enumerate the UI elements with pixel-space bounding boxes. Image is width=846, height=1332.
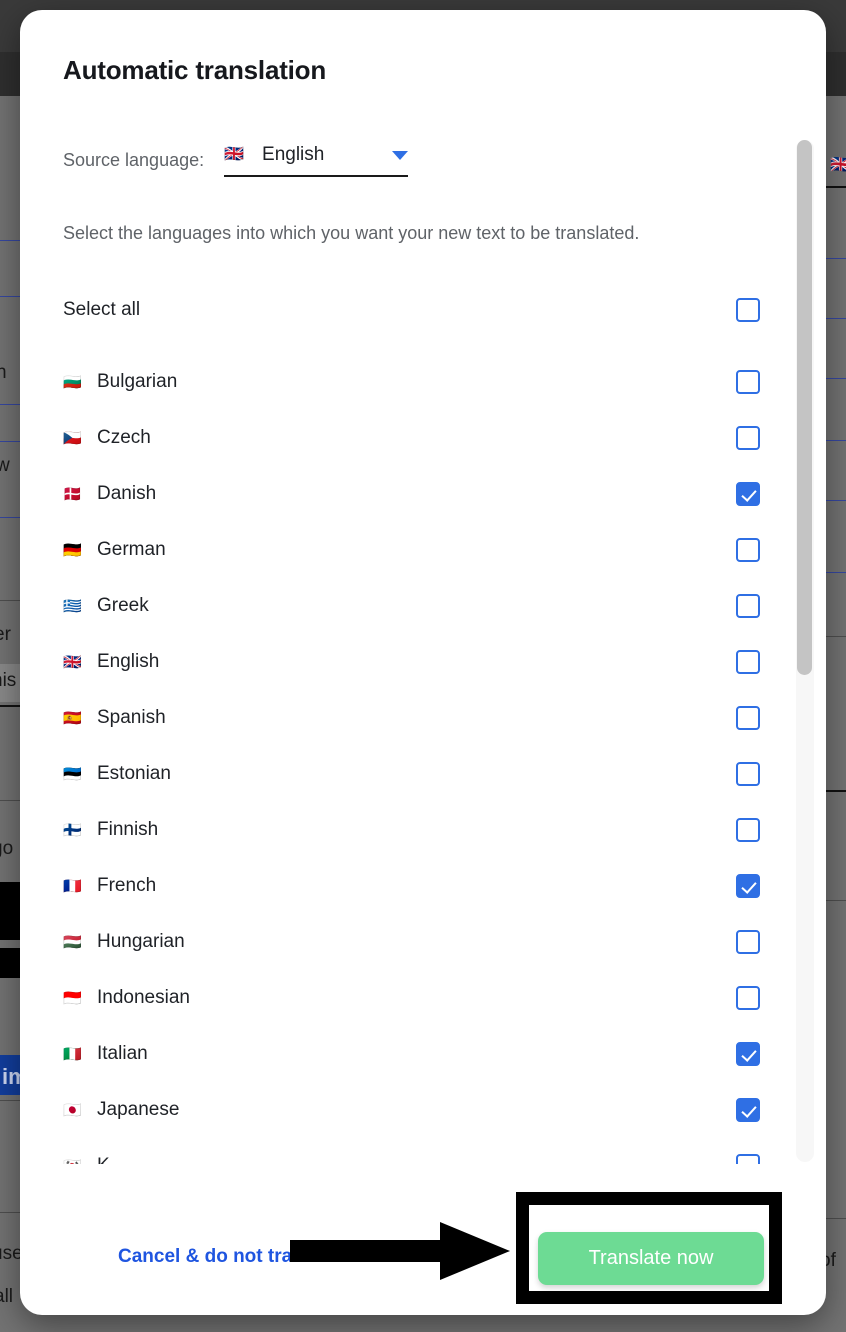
dialog-description: Select the languages into which you want… <box>63 223 640 243</box>
language-checkbox[interactable] <box>736 1154 760 1164</box>
language-name: German <box>97 539 166 560</box>
language-name: English <box>97 651 160 672</box>
chevron-down-icon <box>392 150 409 160</box>
flag-icon: 🇫🇮 <box>63 821 82 839</box>
language-name: Hungarian <box>97 931 185 952</box>
language-checkbox[interactable] <box>736 482 760 506</box>
language-row[interactable]: 🇭🇺 Hungarian <box>63 914 760 970</box>
dialog-title: Automatic translation <box>63 55 327 85</box>
language-checkbox[interactable] <box>736 1098 760 1122</box>
background-text: nis <box>0 670 17 691</box>
flag-icon: 🇬🇧 <box>63 653 82 671</box>
language-row[interactable]: 🇬🇧 English <box>63 634 760 690</box>
background-text: all <box>0 1286 14 1307</box>
language-row[interactable]: 🇧🇬 Bulgarian <box>63 354 760 410</box>
language-checkbox[interactable] <box>736 930 760 954</box>
language-row[interactable]: 🇮🇹 Italian <box>63 1026 760 1082</box>
translate-now-button[interactable]: Translate now <box>538 1232 764 1285</box>
language-row[interactable]: 🇫🇷 French <box>63 858 760 914</box>
flag-icon: 🇫🇷 <box>63 877 82 895</box>
language-name: Estonian <box>97 763 171 784</box>
flag-icon: 🇨🇿 <box>63 429 82 447</box>
language-name: Greek <box>97 595 149 616</box>
flag-icon: 🇬🇧 <box>224 146 245 163</box>
language-checkbox[interactable] <box>736 986 760 1010</box>
language-name: Czech <box>97 427 151 448</box>
select-all-row[interactable]: Select all <box>63 298 760 322</box>
language-checkbox[interactable] <box>736 650 760 674</box>
language-checkbox[interactable] <box>736 426 760 450</box>
background-text: go <box>0 838 14 859</box>
background-text: n <box>0 362 7 383</box>
language-row[interactable]: 🇮🇩 Indonesian <box>63 970 760 1026</box>
source-language-value: English <box>262 144 325 165</box>
flag-icon: 🇩🇰 <box>63 485 82 503</box>
language-row[interactable]: 🇨🇿 Czech <box>63 410 760 466</box>
language-name: French <box>97 875 157 896</box>
language-name: K <box>97 1155 736 1164</box>
language-list[interactable]: 🇧🇬 Bulgarian 🇨🇿 Czech 🇩🇰 Danish 🇩🇪 German 🇬🇷 Gree… <box>63 354 760 1164</box>
language-checkbox[interactable] <box>736 706 760 730</box>
flag-icon: 🇬🇧 <box>830 155 846 174</box>
language-row[interactable]: 🇪🇸 Spanish <box>63 690 760 746</box>
background-text: w <box>0 455 10 476</box>
language-checkbox[interactable] <box>736 762 760 786</box>
flag-icon: 🇪🇪 <box>63 765 82 783</box>
language-checkbox[interactable] <box>736 874 760 898</box>
source-language-label: Source language: <box>63 150 205 170</box>
language-checkbox[interactable] <box>736 370 760 394</box>
language-name: Spanish <box>97 707 166 728</box>
language-name: Japanese <box>97 1099 180 1120</box>
cancel-link[interactable]: Cancel & do not translate <box>118 1246 347 1268</box>
source-language-select[interactable]: 🇬🇧 English <box>224 144 409 177</box>
flag-icon: 🇮🇩 <box>63 989 82 1007</box>
language-name: Italian <box>97 1043 148 1064</box>
flag-icon: 🇮🇹 <box>63 1045 82 1063</box>
language-name: Indonesian <box>97 987 190 1008</box>
flag-icon: 🇭🇺 <box>63 933 82 951</box>
automatic-translation-dialog: Automatic translation Source language: 🇬… <box>20 10 826 1315</box>
language-row[interactable]: 🇩🇰 Danish <box>63 466 760 522</box>
language-row[interactable]: 🇯🇵 Japanese <box>63 1082 760 1138</box>
language-checkbox[interactable] <box>736 818 760 842</box>
flag-icon: 🇯🇵 <box>63 1101 82 1119</box>
flag-icon: 🇪🇸 <box>63 709 82 727</box>
flag-icon: 🇰🇷 <box>63 1159 97 1165</box>
source-language-row: Source language: 🇬🇧 English <box>63 144 409 177</box>
language-row[interactable]: 🇪🇪 Estonian <box>63 746 760 802</box>
flag-icon: 🇧🇬 <box>63 373 82 391</box>
language-checkbox[interactable] <box>736 538 760 562</box>
language-row[interactable]: 🇩🇪 German <box>63 522 760 578</box>
select-all-checkbox[interactable] <box>736 298 760 322</box>
language-row[interactable]: 🇬🇷 Greek <box>63 578 760 634</box>
language-checkbox[interactable] <box>736 594 760 618</box>
language-row[interactable]: 🇰🇷K <box>63 1138 760 1164</box>
language-checkbox[interactable] <box>736 1042 760 1066</box>
language-name: Bulgarian <box>97 371 178 392</box>
language-name: Danish <box>97 483 157 504</box>
background-text: er <box>0 624 11 645</box>
flag-icon: 🇩🇪 <box>63 541 82 559</box>
language-row[interactable]: 🇫🇮 Finnish <box>63 802 760 858</box>
flag-icon: 🇬🇷 <box>63 597 82 615</box>
select-all-label: Select all <box>63 299 141 320</box>
language-name: Finnish <box>97 819 159 840</box>
scrollbar-thumb[interactable] <box>797 140 812 675</box>
